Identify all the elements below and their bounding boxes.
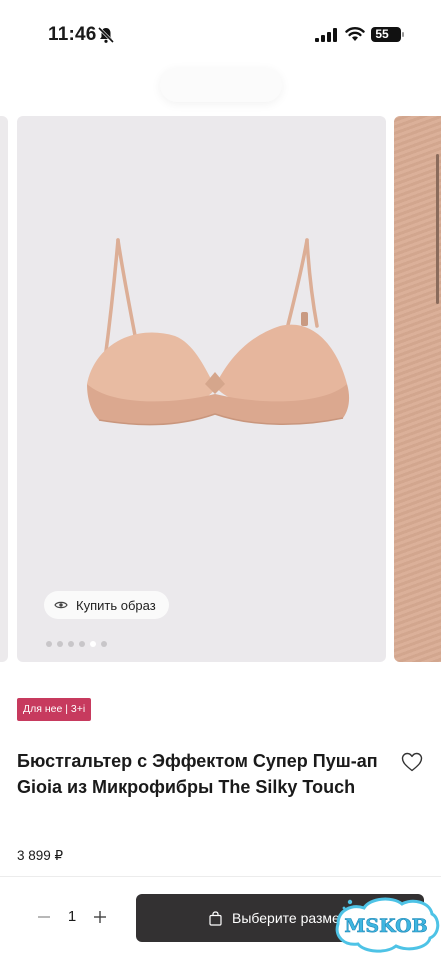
slide-dot[interactable]: [68, 641, 74, 647]
mskob-watermark-logo: MSKOB: [335, 897, 440, 953]
divider: [0, 876, 441, 877]
buy-look-button[interactable]: Купить образ: [44, 591, 169, 619]
plus-icon[interactable]: [92, 909, 108, 925]
product-title: Бюстгальтер с Эффектом Супер Пуш-ап Gioi…: [17, 751, 378, 797]
eye-icon: [54, 601, 68, 609]
bell-slash-icon: [97, 26, 115, 44]
svg-text:MSKOB: MSKOB: [344, 915, 427, 937]
product-gallery[interactable]: Купить образ: [0, 116, 441, 664]
battery-level: 55: [375, 27, 389, 41]
current-slide[interactable]: Купить образ: [17, 116, 386, 662]
quantity-value[interactable]: 1: [66, 908, 78, 925]
shopping-bag-icon: [209, 910, 222, 926]
slide-indicator: [46, 641, 107, 647]
next-slide[interactable]: [394, 116, 441, 662]
scroll-indicator: [436, 154, 439, 304]
slide-dot[interactable]: [101, 641, 107, 647]
minus-icon[interactable]: [36, 909, 52, 925]
status-bar: 11:46 55: [0, 0, 441, 70]
slide-dot-active[interactable]: [90, 641, 96, 647]
product-price: 3 899 ₽: [17, 848, 64, 863]
slide-dot[interactable]: [79, 641, 85, 647]
signal-icon: [315, 28, 337, 42]
status-time: 11:46: [48, 24, 97, 45]
battery-icon: 55: [371, 27, 404, 42]
heart-icon[interactable]: [401, 752, 423, 772]
slide-dot[interactable]: [57, 641, 63, 647]
top-search-pill[interactable]: [160, 68, 282, 102]
buy-look-label: Купить образ: [76, 597, 156, 613]
slide-dot[interactable]: [46, 641, 52, 647]
previous-slide[interactable]: [0, 116, 8, 662]
product-image: [87, 238, 350, 426]
category-tag[interactable]: Для нее | 3+i: [17, 698, 92, 721]
wifi-icon: [345, 27, 365, 41]
